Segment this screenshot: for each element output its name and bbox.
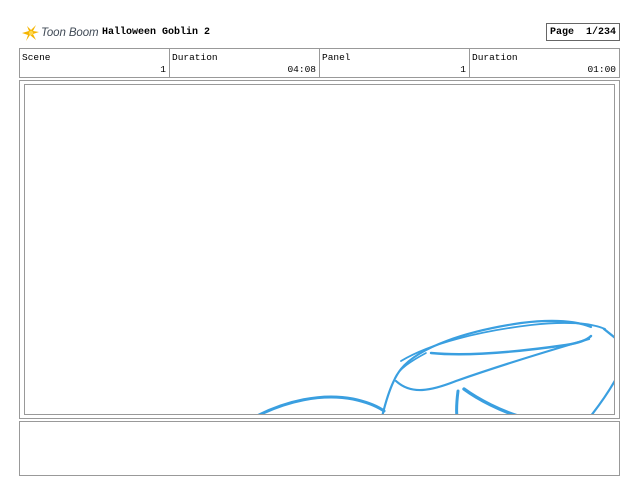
scene-cell: Scene 1 xyxy=(20,49,170,77)
scene-duration-value: 04:08 xyxy=(287,64,316,75)
sketch-drawing xyxy=(257,319,614,414)
page-indicator: Page 1/234 xyxy=(546,23,620,41)
scene-duration-label: Duration xyxy=(172,52,218,63)
starburst-logo-icon xyxy=(22,25,39,41)
sketch-stroke-ground xyxy=(257,395,386,414)
panel-duration-value: 01:00 xyxy=(587,64,616,75)
sketch-stroke-jaw xyxy=(394,337,591,392)
logo-text: Toon Boom xyxy=(41,27,99,39)
sketch-stroke-body xyxy=(381,319,593,414)
sketch-stroke-ear xyxy=(602,327,614,339)
panel-duration-cell: Duration 01:00 xyxy=(470,49,619,77)
panel-cell: Panel 1 xyxy=(320,49,470,77)
panel-label: Panel xyxy=(322,52,351,63)
project-title: Halloween Goblin 2 xyxy=(102,27,211,38)
sketch-stroke-shoulder xyxy=(462,387,518,414)
sketch-stroke-neck xyxy=(455,389,460,414)
panel-drawing-area xyxy=(24,84,615,415)
sketch-stroke-head-top xyxy=(400,322,606,362)
page-value: 1/234 xyxy=(585,27,616,38)
scene-duration-cell: Duration 04:08 xyxy=(170,49,320,77)
notes-area xyxy=(19,421,620,476)
scene-label: Scene xyxy=(22,52,51,63)
scene-value: 1 xyxy=(160,64,166,75)
panel-info-row: Scene 1 Duration 04:08 Panel 1 Duration … xyxy=(19,48,620,78)
page-label: Page xyxy=(550,27,575,38)
panel-duration-label: Duration xyxy=(472,52,518,63)
page-header: Toon Boom Halloween Goblin 2 Page 1/234 xyxy=(20,23,620,43)
sketch-stroke-back xyxy=(590,380,614,414)
panel-value: 1 xyxy=(460,64,466,75)
toon-boom-logo: Toon Boom xyxy=(20,23,99,43)
